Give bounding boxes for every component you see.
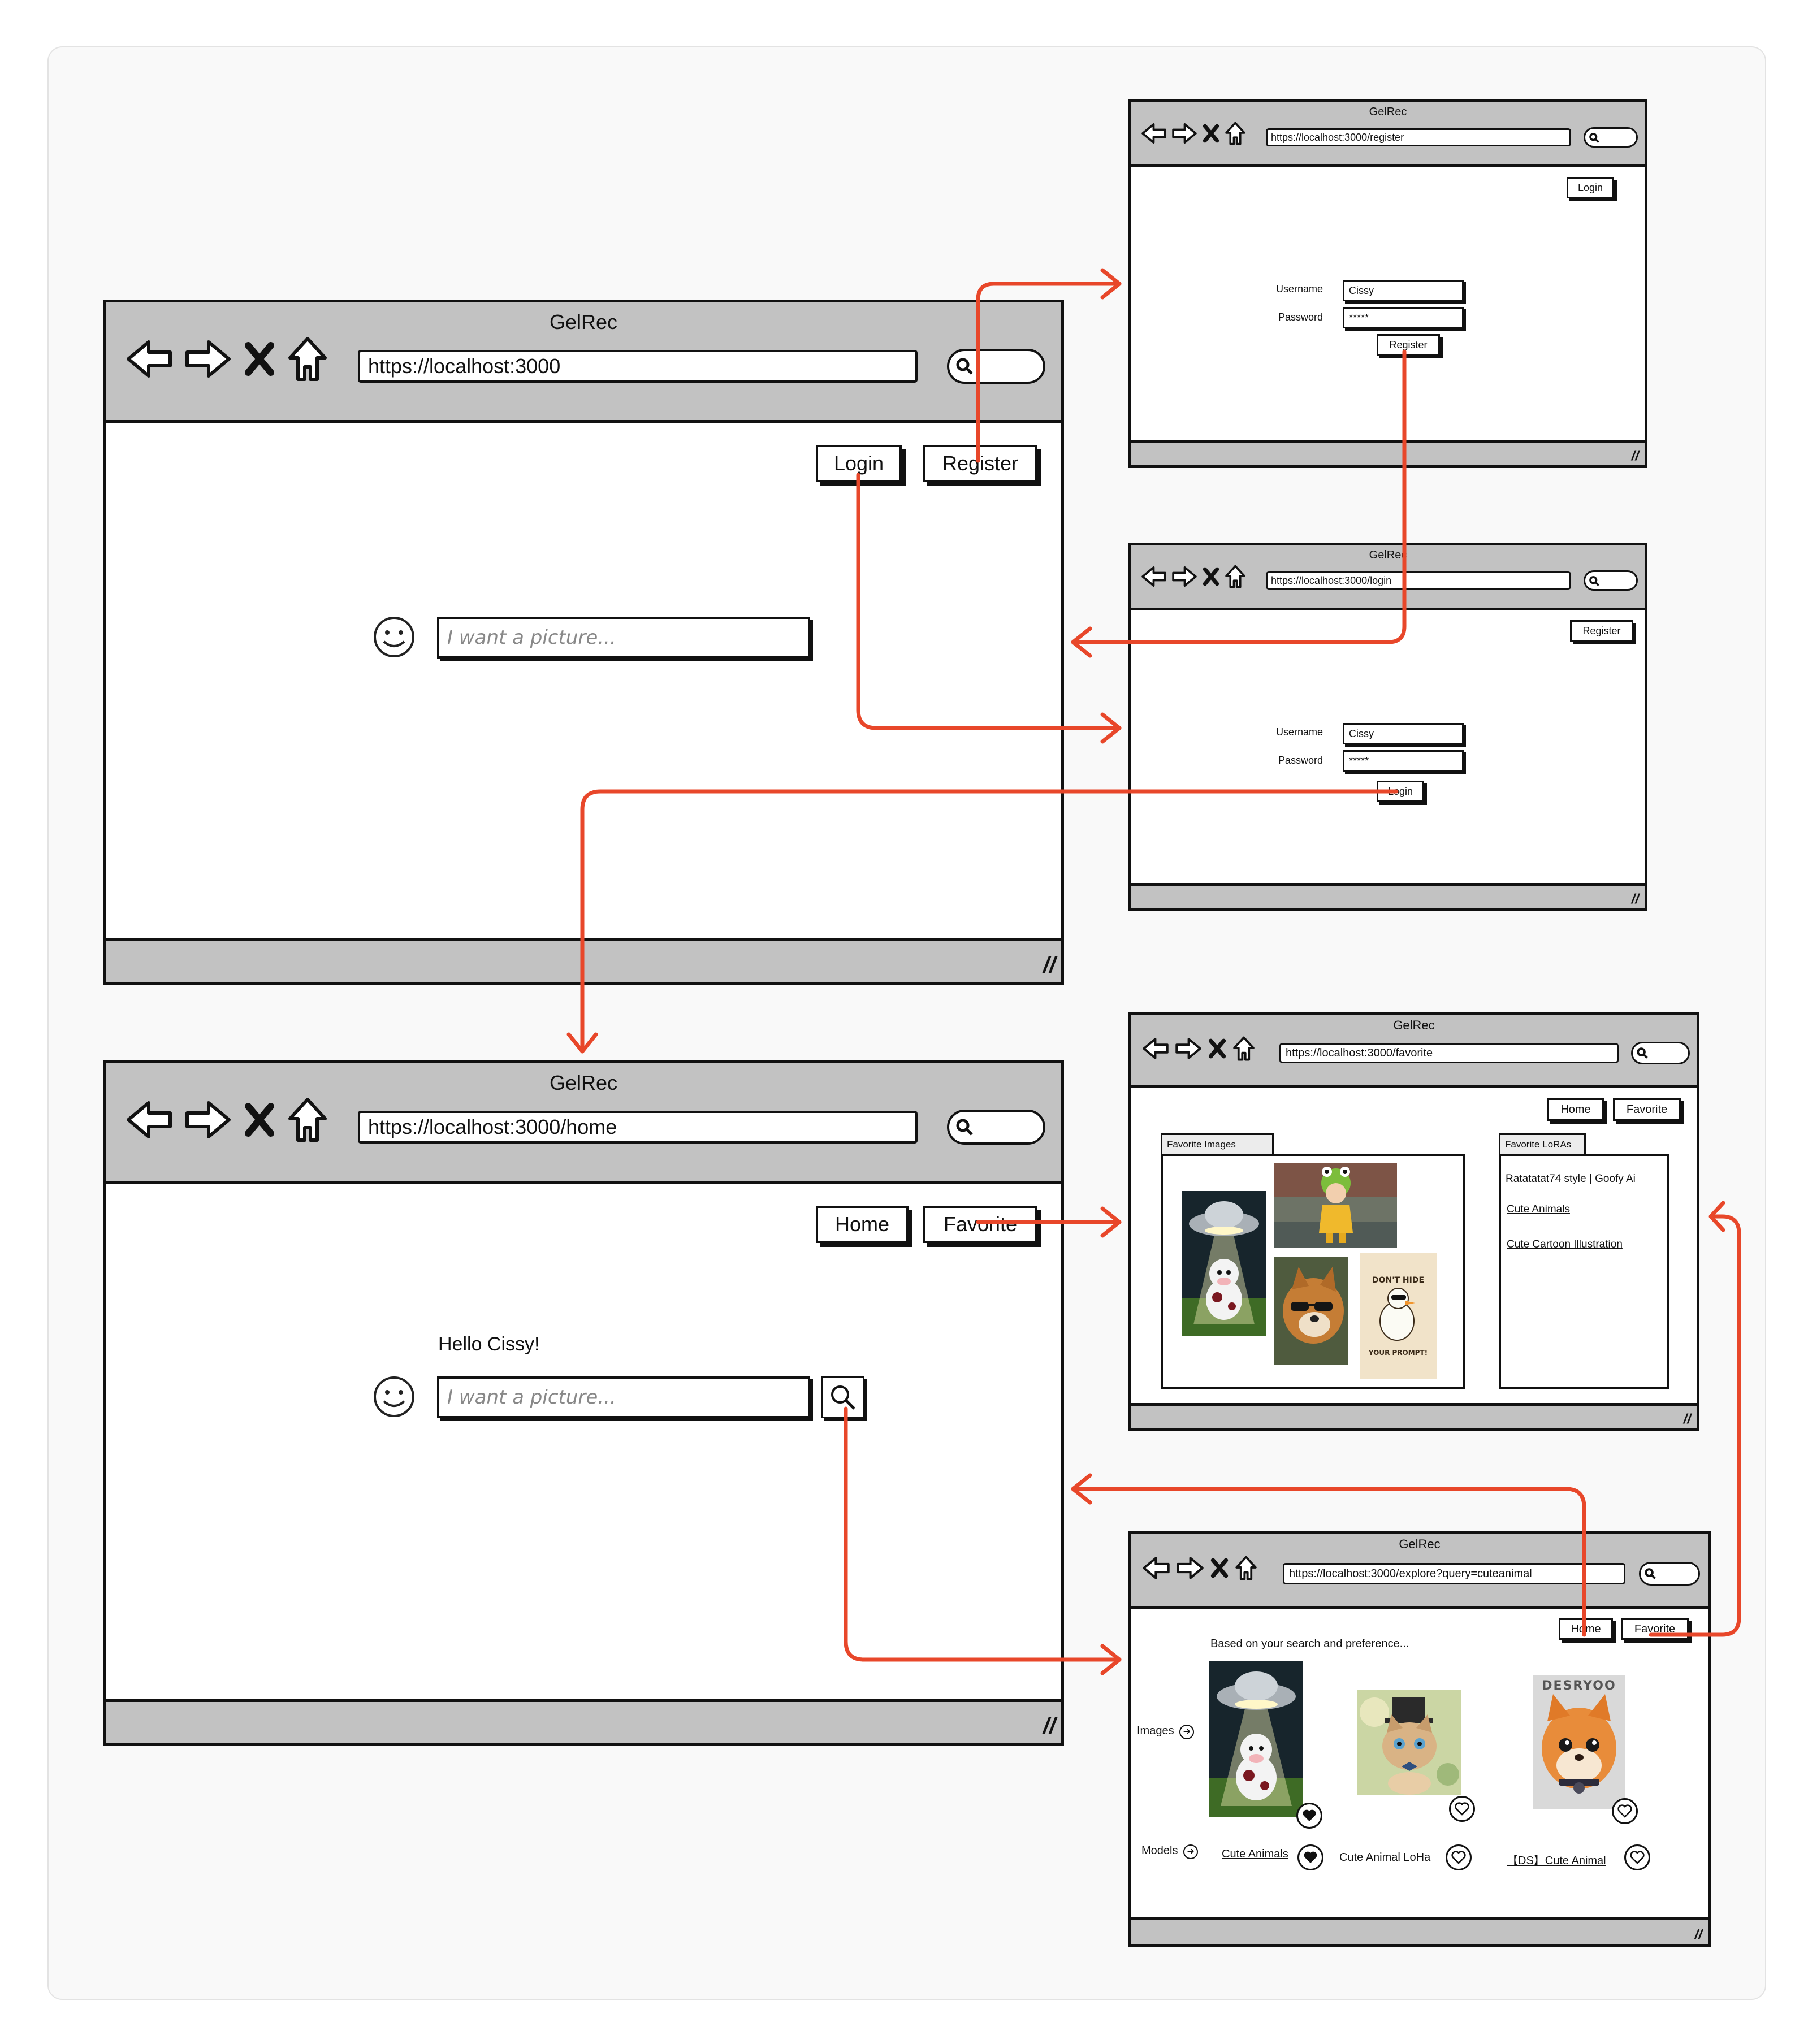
flow-arrow-explore-home [1071, 1487, 1586, 1637]
flow-arrow-explore-favorite [1649, 1214, 1741, 1637]
flow-arrow-login [856, 473, 1122, 730]
flow-arrow-search [844, 1406, 1122, 1662]
flow-arrows [566, 268, 1741, 1675]
flow-arrow-register [976, 282, 1122, 463]
flow-arrow-login-to-home [580, 789, 1399, 1054]
flow-arrow-register-to-login [1071, 349, 1407, 644]
